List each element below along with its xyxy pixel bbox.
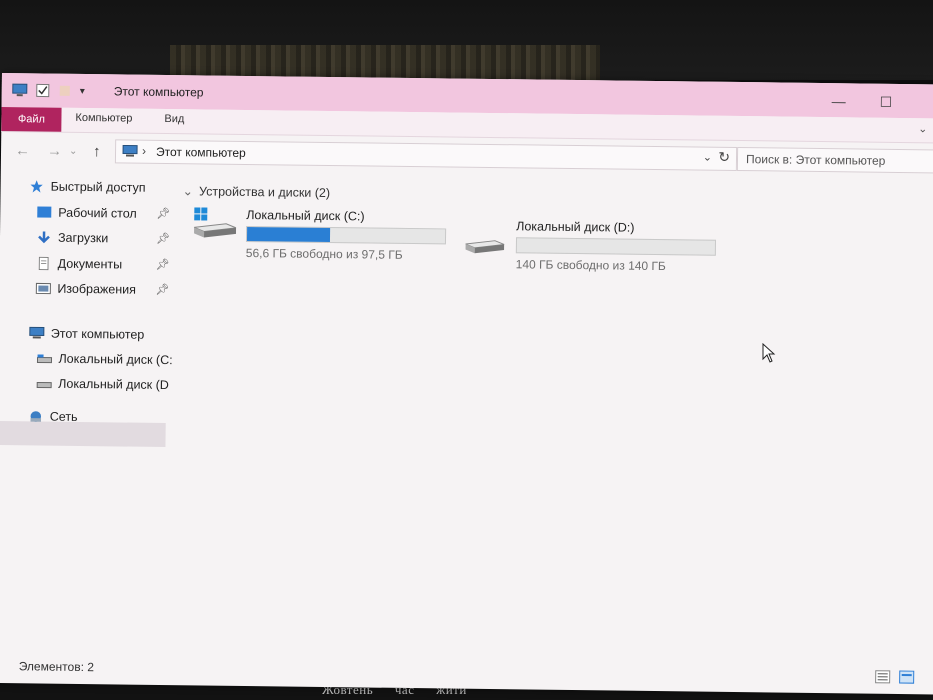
sidebar-item-label: Локальный диск (D xyxy=(58,376,169,393)
sidebar-item-this-pc[interactable]: Этот компьютер xyxy=(29,322,145,345)
drive-name: Локальный диск (D:) xyxy=(516,219,635,235)
star-icon xyxy=(30,180,43,193)
drive-usage-bar xyxy=(245,225,447,245)
pin-icon[interactable]: 📌︎ xyxy=(156,207,170,220)
hard-drive-icon xyxy=(465,240,505,254)
minimize-button[interactable]: — xyxy=(832,93,846,109)
up-icon[interactable]: ↑ xyxy=(93,143,101,160)
tab-computer[interactable]: Компьютер xyxy=(75,112,132,125)
hard-drive-icon xyxy=(36,354,53,364)
tab-file[interactable]: Файл xyxy=(1,106,62,132)
sidebar-item-drive-d[interactable]: Локальный диск (D xyxy=(36,372,169,396)
group-header[interactable]: ⌄ Устройства и диски (2) xyxy=(182,183,330,200)
sidebar-item-quick-access[interactable]: Быстрый доступ xyxy=(28,175,146,198)
drive-tile-c[interactable]: Локальный диск (C:) 56,6 ГБ свободно из … xyxy=(192,207,463,270)
sidebar-item-documents[interactable]: Документы xyxy=(36,252,123,275)
customize-toolbar-icon[interactable]: ▾ xyxy=(80,85,85,96)
drive-tile-d[interactable]: Локальный диск (D:) 140 ГБ свободно из 1… xyxy=(462,219,733,282)
desktop-icon xyxy=(37,206,52,218)
sidebar-item-label: Локальный диск (C: xyxy=(58,351,173,368)
drive-free-space: 56,6 ГБ свободно из 97,5 ГБ xyxy=(245,245,403,262)
window-title: Этот компьютер xyxy=(113,84,204,100)
hard-drive-icon xyxy=(36,381,52,389)
sidebar-item-desktop[interactable]: Рабочий стол xyxy=(36,201,137,224)
selection-highlight xyxy=(0,420,166,448)
quick-access-toolbar: ▾ xyxy=(12,80,85,101)
properties-icon[interactable] xyxy=(36,83,50,98)
pictures-icon xyxy=(35,282,51,295)
chevron-down-icon: ⌄ xyxy=(182,184,194,199)
breadcrumb[interactable]: Этот компьютер xyxy=(156,145,246,160)
downloads-icon xyxy=(38,231,50,244)
maximize-button[interactable]: ☐ xyxy=(880,94,893,111)
drive-name: Локальный диск (C:) xyxy=(246,207,365,224)
refresh-icon[interactable]: ↻ xyxy=(718,149,730,166)
tiles-view-icon[interactable] xyxy=(899,670,915,684)
group-header-label: Устройства и диски (2) xyxy=(198,184,331,201)
sidebar-item-pictures[interactable]: Изображения xyxy=(35,277,136,300)
sidebar-item-downloads[interactable]: Загрузки xyxy=(36,226,109,249)
pin-icon[interactable]: 📌︎ xyxy=(156,258,170,271)
network-icon xyxy=(30,411,42,422)
windows-drive-icon xyxy=(193,207,237,238)
drive-free-space: 140 ГБ свободно из 140 ГБ xyxy=(515,257,666,274)
search-placeholder: Поиск в: Этот компьютер xyxy=(745,152,886,168)
expand-ribbon-icon[interactable]: ⌄ xyxy=(918,122,927,135)
details-view-icon[interactable] xyxy=(875,670,891,684)
pin-icon[interactable]: 📌︎ xyxy=(156,232,170,245)
this-pc-icon[interactable] xyxy=(12,83,28,97)
pin-icon[interactable]: 📌︎ xyxy=(155,283,169,296)
address-dropdown-icon[interactable]: ⌄ xyxy=(703,151,712,164)
this-pc-icon xyxy=(29,326,45,339)
tab-view[interactable]: Вид xyxy=(164,113,184,125)
recent-locations-icon[interactable]: ⌄ xyxy=(69,146,78,157)
documents-icon xyxy=(38,256,49,271)
forward-icon[interactable]: → xyxy=(47,143,62,160)
sidebar-item-label: Сеть xyxy=(49,409,78,424)
sidebar-item-label: Изображения xyxy=(57,281,137,297)
breadcrumb-separator[interactable]: › xyxy=(142,144,146,158)
search-input[interactable]: Поиск в: Этот компьютер xyxy=(736,146,933,174)
sidebar-item-drive-c[interactable]: Локальный диск (C: xyxy=(36,347,173,371)
new-folder-icon[interactable] xyxy=(58,84,72,98)
address-bar[interactable]: › Этот компьютер ⌄ ↻ xyxy=(114,139,738,171)
mouse-cursor-icon xyxy=(762,343,776,363)
item-count: Элементов: 2 xyxy=(18,659,95,675)
content-pane: ⌄ Устройства и диски (2) Локальный диск (… xyxy=(171,175,933,664)
this-pc-icon xyxy=(122,144,138,157)
navigation-pane: Быстрый доступ Рабочий стол 📌︎ Загрузки … xyxy=(0,173,173,655)
sidebar-item-label: Этот компьютер xyxy=(50,326,145,342)
drive-usage-fill xyxy=(246,227,331,243)
sidebar-item-network[interactable]: Сеть xyxy=(28,405,78,428)
back-icon[interactable]: ← xyxy=(15,142,30,159)
sidebar-item-label: Загрузки xyxy=(57,230,109,246)
drive-usage-bar xyxy=(515,237,717,256)
sidebar-item-label: Быстрый доступ xyxy=(50,179,146,195)
sidebar-item-label: Рабочий стол xyxy=(58,205,137,221)
sidebar-item-label: Документы xyxy=(57,256,123,272)
explorer-window: ▾ Этот компьютер — ☐ Файл Компьютер Вид … xyxy=(0,73,933,695)
